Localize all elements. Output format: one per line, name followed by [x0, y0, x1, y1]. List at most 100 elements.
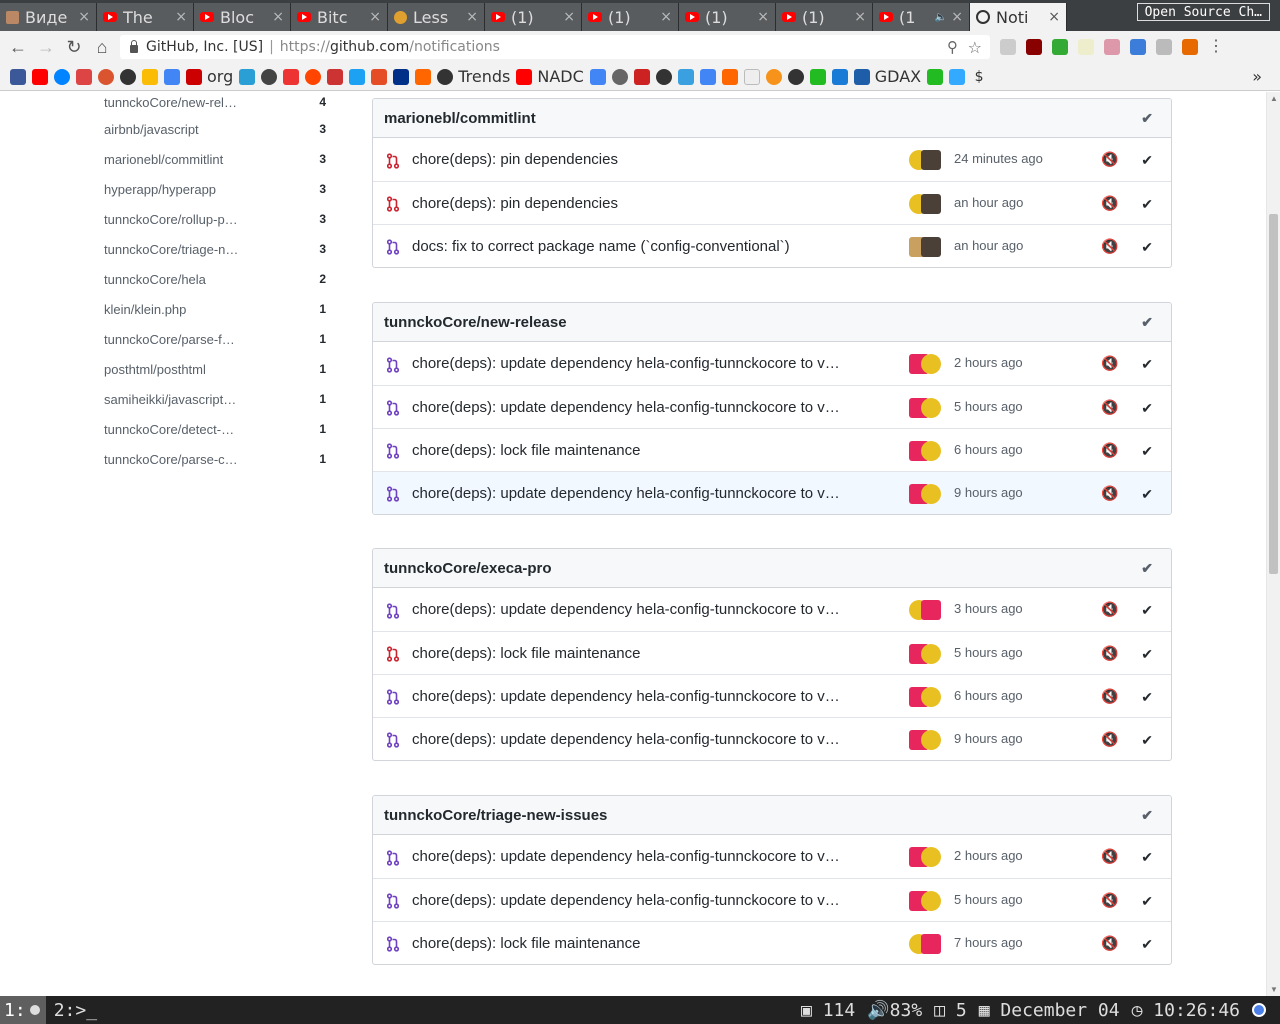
bookmark-icon[interactable]: [949, 68, 966, 85]
bookmark-gdax[interactable]: GDAX: [853, 67, 921, 86]
mark-read-check-icon[interactable]: ✔: [1141, 849, 1153, 866]
repo-filter-item[interactable]: tunnckoCore/rollup-p… 3: [104, 204, 326, 234]
ublock-icon[interactable]: [1026, 39, 1042, 55]
extension-icon[interactable]: [1104, 39, 1120, 55]
workspace-1[interactable]: 1:: [0, 996, 46, 1024]
notification-title[interactable]: chore(deps): update dependency hela-conf…: [412, 601, 852, 618]
notification-title[interactable]: chore(deps): update dependency hela-conf…: [412, 848, 852, 865]
repo-filter-name[interactable]: posthtml/posthtml: [104, 362, 206, 377]
repo-filter-name[interactable]: airbnb/javascript: [104, 122, 199, 137]
weather-icon[interactable]: [1078, 39, 1094, 55]
profile-button[interactable]: Open Source Ch…: [1136, 3, 1270, 21]
repo-filter-item[interactable]: tunnckoCore/parse-c… 1: [104, 444, 326, 474]
browser-tab[interactable]: Less ×: [388, 3, 485, 31]
mark-read-check-icon[interactable]: ✔: [1141, 152, 1153, 169]
search-icon[interactable]: [261, 68, 278, 85]
address-bar[interactable]: GitHub, Inc. [US] | https:// github.com …: [120, 35, 990, 59]
extension-icon[interactable]: [1000, 39, 1016, 55]
mute-thread-icon[interactable]: 🔇: [1101, 731, 1118, 748]
notification-title[interactable]: chore(deps): lock file maintenance: [412, 442, 852, 459]
mute-thread-icon[interactable]: 🔇: [1101, 151, 1118, 168]
reload-button[interactable]: ↻: [60, 33, 88, 61]
messenger-icon[interactable]: [54, 68, 70, 85]
scroll-up-arrow-icon[interactable]: ▲: [1270, 94, 1278, 103]
repo-filter-name[interactable]: hyperapp/hyperapp: [104, 182, 216, 197]
mute-thread-icon[interactable]: 🔇: [1101, 355, 1118, 372]
mute-thread-icon[interactable]: 🔇: [1101, 601, 1118, 618]
twitter-icon[interactable]: [349, 68, 366, 85]
workspace-2[interactable]: 2:>_: [46, 1000, 105, 1021]
mark-read-check-icon[interactable]: ✔: [1141, 689, 1153, 706]
close-tab-icon[interactable]: ×: [466, 9, 478, 25]
repo-filter-name[interactable]: tunnckoCore/hela: [104, 272, 206, 287]
bitcoin-icon[interactable]: [765, 68, 782, 85]
close-tab-icon[interactable]: ×: [175, 9, 187, 25]
notification-row[interactable]: docs: fix to correct package name (`conf…: [373, 224, 1171, 267]
reddit-icon[interactable]: [305, 68, 322, 85]
bookmark-icon[interactable]: [239, 68, 256, 85]
github-icon[interactable]: [655, 68, 672, 85]
bookmark-nadc[interactable]: NADC: [516, 67, 584, 86]
repo-filter-name[interactable]: marionebl/commitlint: [104, 152, 223, 167]
home-button[interactable]: ⌂: [88, 33, 116, 61]
repo-filter-name[interactable]: samiheikki/javascript…: [104, 392, 236, 407]
mark-all-read-check-icon[interactable]: ✔: [1141, 560, 1153, 577]
keep-icon[interactable]: [142, 68, 158, 85]
mark-read-check-icon[interactable]: ✔: [1141, 646, 1153, 663]
close-tab-icon[interactable]: ×: [757, 9, 769, 25]
mark-read-check-icon[interactable]: ✔: [1141, 486, 1153, 503]
extension-icon[interactable]: [1182, 39, 1198, 55]
repo-filter-item[interactable]: airbnb/javascript 3: [104, 114, 326, 144]
browser-tab[interactable]: The ×: [97, 3, 194, 31]
notification-row[interactable]: chore(deps): update dependency hela-conf…: [373, 878, 1171, 921]
notification-row[interactable]: chore(deps): update dependency hela-conf…: [373, 385, 1171, 428]
inbox-icon[interactable]: [164, 68, 180, 85]
repo-filter-name[interactable]: tunnckoCore/detect-…: [104, 422, 234, 437]
notification-row[interactable]: chore(deps): pin dependencies an hour ago…: [373, 181, 1171, 224]
bookmark-icon[interactable]: [677, 68, 694, 85]
js-icon[interactable]: [327, 68, 344, 85]
close-tab-icon[interactable]: ×: [563, 9, 575, 25]
mute-thread-icon[interactable]: 🔇: [1101, 442, 1118, 459]
bookmark-icon[interactable]: [831, 68, 848, 85]
inbox-icon[interactable]: [589, 68, 606, 85]
thumbs-up-icon[interactable]: [1130, 39, 1146, 55]
notification-title[interactable]: chore(deps): update dependency hela-conf…: [412, 399, 852, 416]
notification-row[interactable]: chore(deps): update dependency hela-conf…: [373, 342, 1171, 385]
notification-title[interactable]: chore(deps): pin dependencies: [412, 151, 852, 168]
bookmark-org[interactable]: org: [186, 67, 233, 86]
mute-thread-icon[interactable]: 🔇: [1101, 645, 1118, 662]
bookmark-star-icon[interactable]: ☆: [968, 38, 982, 57]
bookmark-icon[interactable]: [371, 68, 388, 85]
notification-row[interactable]: chore(deps): update dependency hela-conf…: [373, 674, 1171, 717]
mark-read-check-icon[interactable]: ✔: [1141, 936, 1153, 953]
repo-filter-item[interactable]: klein/klein.php 1: [104, 294, 326, 324]
notification-row[interactable]: chore(deps): update dependency hela-conf…: [373, 835, 1171, 878]
paypal-icon[interactable]: [393, 68, 410, 85]
forward-button[interactable]: →: [32, 33, 60, 61]
chrome-menu-icon[interactable]: ⋮: [1208, 39, 1224, 55]
scroll-down-arrow-icon[interactable]: ▼: [1270, 985, 1278, 994]
notification-title[interactable]: chore(deps): pin dependencies: [412, 195, 852, 212]
repo-filter-name[interactable]: tunnckoCore/new-rel…: [104, 95, 237, 110]
chrome-tray-icon[interactable]: [1252, 1003, 1266, 1017]
close-tab-icon[interactable]: ×: [951, 9, 963, 25]
notification-title[interactable]: chore(deps): update dependency hela-conf…: [412, 485, 852, 502]
browser-tab[interactable]: Bloc ×: [194, 3, 291, 31]
repo-filter-item[interactable]: tunnckoCore/hela 2: [104, 264, 326, 294]
close-tab-icon[interactable]: ×: [369, 9, 381, 25]
notification-row[interactable]: chore(deps): update dependency hela-conf…: [373, 471, 1171, 514]
bookmark-icon[interactable]: [415, 68, 432, 85]
notification-title[interactable]: chore(deps): update dependency hela-conf…: [412, 892, 852, 909]
repo-filter-name[interactable]: tunnckoCore/parse-c…: [104, 452, 238, 467]
back-button[interactable]: ←: [4, 33, 32, 61]
bookmark-icon[interactable]: [809, 68, 826, 85]
gmail-icon[interactable]: [76, 68, 92, 85]
bookmark-icon[interactable]: [721, 68, 738, 85]
zoom-icon[interactable]: ⚲: [947, 38, 958, 56]
repo-filter-name[interactable]: tunnckoCore/parse-f…: [104, 332, 235, 347]
repo-filter-item[interactable]: posthtml/posthtml 1: [104, 354, 326, 384]
mute-thread-icon[interactable]: 🔇: [1101, 399, 1118, 416]
close-tab-icon[interactable]: ×: [78, 9, 90, 25]
mute-thread-icon[interactable]: 🔇: [1101, 935, 1118, 952]
